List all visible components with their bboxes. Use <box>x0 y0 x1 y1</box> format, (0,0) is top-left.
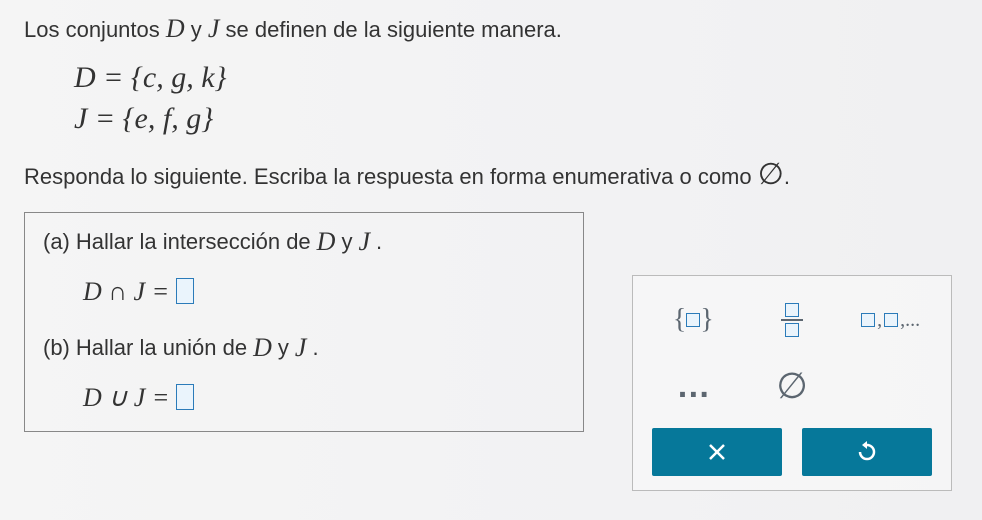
part-b-expression: D ∪ J = <box>83 383 565 413</box>
undo-button[interactable] <box>802 428 932 476</box>
keypad-sequence[interactable]: ,,... <box>844 290 937 350</box>
part-b-var2: J <box>295 333 307 363</box>
intro-prefix: Los conjuntos <box>24 17 166 42</box>
answer-panel: (a) Hallar la intersección de D y J. D ∩… <box>24 212 584 432</box>
set-D: D = {c, g, k} <box>74 58 958 99</box>
intro-suffix: se definen de la siguiente manera. <box>219 17 561 42</box>
keypad-spacer <box>844 356 937 416</box>
empty-set-symbol: ∅ <box>758 158 784 191</box>
part-a-var1: D <box>317 227 336 257</box>
part-b-label: (b) <box>43 335 70 361</box>
part-a-var2: J <box>358 227 370 257</box>
intro-text: Los conjuntos D y J se definen de la sig… <box>24 14 958 44</box>
part-b-input[interactable] <box>176 384 194 410</box>
intro-var-D: D <box>166 14 185 43</box>
part-a-prompt-prefix: Hallar la intersección de <box>76 229 311 255</box>
part-a-mid: y <box>341 229 352 255</box>
set-definitions: D = {c, g, k} J = {e, f, g} <box>74 58 958 139</box>
instruction-main: Responda lo siguiente. Escriba la respue… <box>24 164 758 189</box>
part-a-expression: D ∩ J = <box>83 277 565 307</box>
intro-var-J: J <box>208 14 220 43</box>
part-b-var1: D <box>253 333 272 363</box>
part-b: (b) Hallar la unión de D y J. <box>43 333 565 363</box>
set-J: J = {e, f, g} <box>74 99 958 140</box>
part-a-period: . <box>376 229 382 255</box>
intro-mid: y <box>185 17 208 42</box>
close-icon <box>706 441 728 463</box>
keypad-empty-set[interactable]: ∅ <box>746 356 839 416</box>
keypad-dots[interactable]: … <box>647 356 740 416</box>
undo-icon <box>855 440 879 464</box>
part-a-lhs: D ∩ J = <box>83 277 169 306</box>
part-a-input[interactable] <box>176 278 194 304</box>
part-a: (a) Hallar la intersección de D y J. <box>43 227 565 257</box>
keypad-fraction[interactable] <box>746 290 839 350</box>
instruction-period: . <box>784 164 790 189</box>
instruction-text: Responda lo siguiente. Escriba la respue… <box>24 157 958 192</box>
part-a-label: (a) <box>43 229 70 255</box>
part-b-prompt-prefix: Hallar la unión de <box>76 335 247 361</box>
part-b-period: . <box>312 335 318 361</box>
part-b-mid: y <box>278 335 289 361</box>
keypad-braces[interactable]: {} <box>647 290 740 350</box>
close-button[interactable] <box>652 428 782 476</box>
math-keypad: {} ,,... … ∅ <box>632 275 952 491</box>
part-b-lhs: D ∪ J = <box>83 383 169 412</box>
